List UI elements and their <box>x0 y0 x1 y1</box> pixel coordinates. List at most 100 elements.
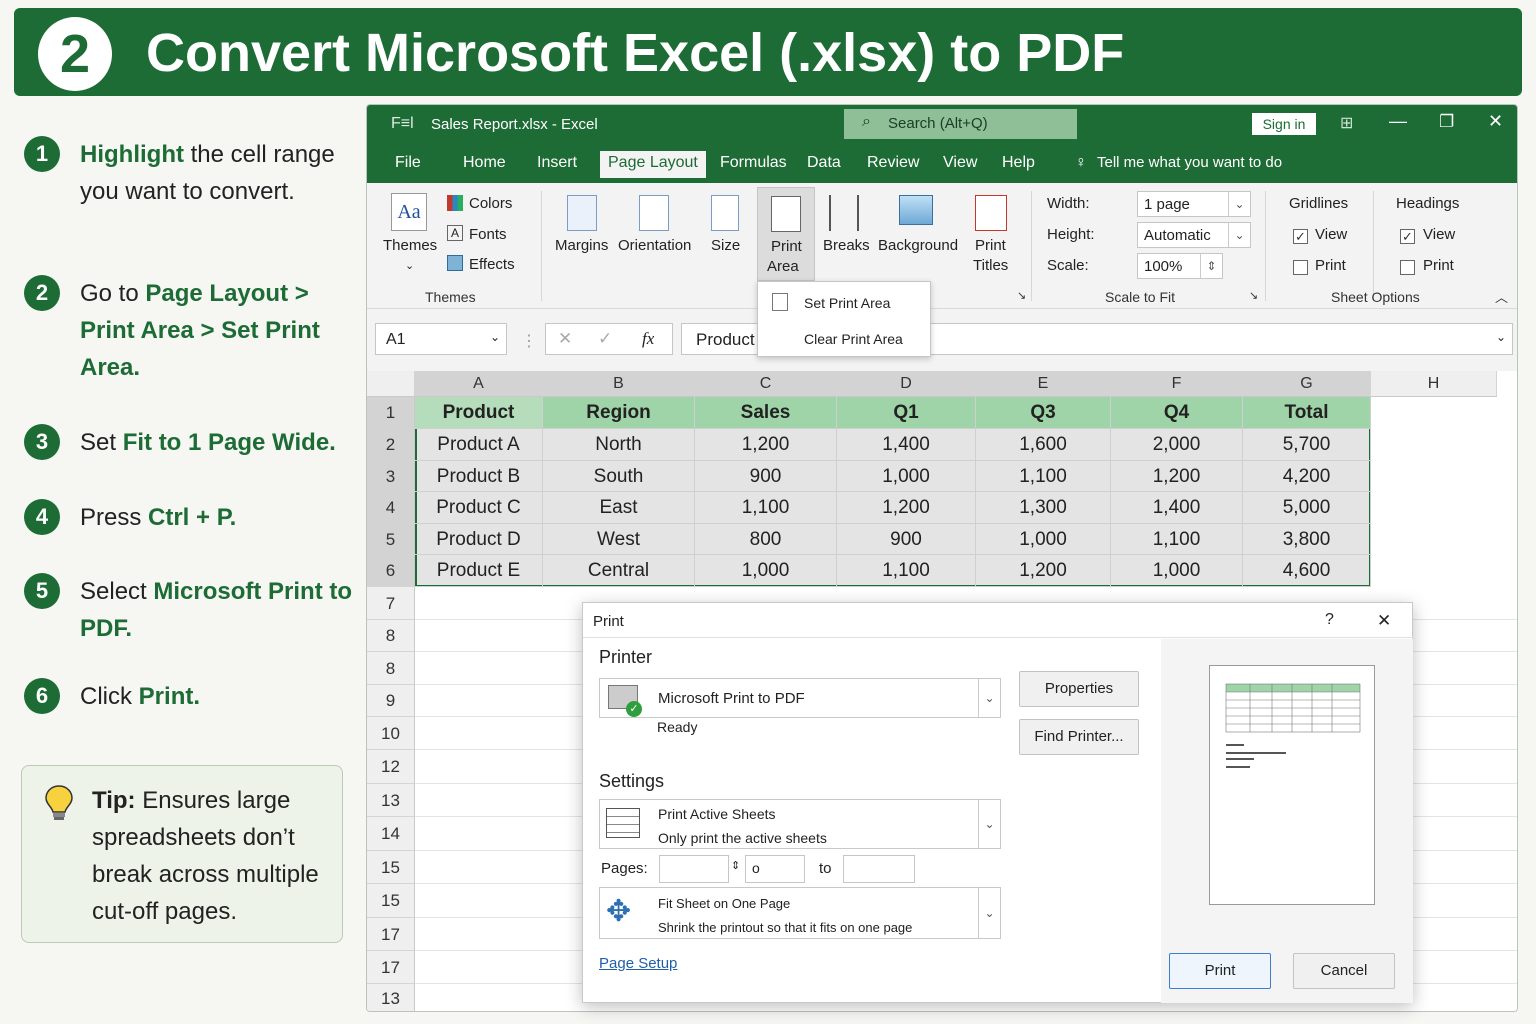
table-cell[interactable]: 900 <box>837 524 976 555</box>
tab-formulas[interactable]: Formulas <box>720 154 787 172</box>
row-header[interactable]: 3 <box>367 461 415 492</box>
table-cell[interactable]: 1,000 <box>837 461 976 492</box>
scale-stepper[interactable]: 100% ⇕ <box>1137 253 1223 279</box>
header-cell[interactable]: Product <box>415 397 543 429</box>
restore-icon[interactable]: ❐ <box>1439 112 1454 132</box>
row-header[interactable]: 1 <box>367 397 415 429</box>
column-header-d[interactable]: D <box>837 371 976 397</box>
table-cell[interactable]: 1,400 <box>837 429 976 461</box>
table-cell[interactable]: West <box>543 524 695 555</box>
table-cell[interactable]: Product A <box>415 429 543 461</box>
table-cell[interactable]: 1,200 <box>1111 461 1243 492</box>
column-header-f[interactable]: F <box>1111 371 1243 397</box>
row-header[interactable]: 2 <box>367 429 415 461</box>
table-cell[interactable]: 4,200 <box>1243 461 1371 492</box>
row-header[interactable]: 4 <box>367 492 415 524</box>
table-cell[interactable]: 800 <box>695 524 837 555</box>
cancel-button[interactable]: Cancel <box>1293 953 1395 989</box>
orientation-button[interactable]: Orientation <box>618 237 691 254</box>
clear-print-area-item[interactable]: Clear Print Area <box>758 322 930 356</box>
close-icon[interactable]: ✕ <box>1377 611 1391 631</box>
minimize-icon[interactable]: — <box>1389 111 1407 132</box>
table-cell[interactable]: 1,000 <box>1111 555 1243 587</box>
row-header[interactable]: 5 <box>367 524 415 555</box>
header-cell[interactable]: Q1 <box>837 397 976 429</box>
pages-to-input[interactable] <box>843 855 915 883</box>
table-cell[interactable]: 3,800 <box>1243 524 1371 555</box>
row-header[interactable]: 15 <box>367 851 415 884</box>
table-cell[interactable]: Product B <box>415 461 543 492</box>
row-header[interactable]: 15 <box>367 884 415 918</box>
properties-button[interactable]: Properties <box>1019 671 1139 707</box>
ribbon-display-icon[interactable]: ⊞ <box>1340 113 1353 133</box>
row-header[interactable]: 13 <box>367 984 415 1011</box>
print-what-select[interactable]: Print Active Sheets Only print the activ… <box>599 799 1001 849</box>
tab-file[interactable]: File <box>395 154 421 172</box>
pages-from-input[interactable] <box>659 855 729 883</box>
set-print-area-item[interactable]: Set Print Area <box>758 286 930 320</box>
stepper-icon[interactable]: ⇕ <box>731 859 740 872</box>
header-cell[interactable]: Region <box>543 397 695 429</box>
table-cell[interactable]: South <box>543 461 695 492</box>
table-cell[interactable]: 1,000 <box>976 524 1111 555</box>
dialog-launcher-icon[interactable]: ↘ <box>1017 289 1026 302</box>
colors-button[interactable]: Colors <box>469 195 512 212</box>
themes-button[interactable]: Themes <box>383 237 437 254</box>
gridlines-view-checkbox[interactable]: ✓ <box>1293 229 1308 244</box>
headings-print-checkbox[interactable] <box>1400 260 1415 275</box>
breaks-button[interactable]: Breaks <box>823 237 870 254</box>
row-header[interactable]: 17 <box>367 918 415 951</box>
tab-page-layout[interactable]: Page Layout <box>600 151 706 180</box>
tab-review[interactable]: Review <box>867 154 919 172</box>
row-header[interactable]: 13 <box>367 784 415 817</box>
column-header-c[interactable]: C <box>695 371 837 397</box>
gridlines-print-checkbox[interactable] <box>1293 260 1308 275</box>
close-icon[interactable]: ✕ <box>1488 111 1503 132</box>
height-select[interactable]: Automatic ⌄ <box>1137 222 1251 248</box>
dialog-launcher-icon[interactable]: ↘ <box>1249 289 1258 302</box>
print-area-button[interactable]: Print Area <box>757 187 815 281</box>
expand-formula-icon[interactable]: ⌄ <box>1496 330 1506 344</box>
header-cell[interactable]: Sales <box>695 397 837 429</box>
table-cell[interactable]: 4,600 <box>1243 555 1371 587</box>
table-cell[interactable]: 5,700 <box>1243 429 1371 461</box>
column-header-a[interactable]: A <box>415 371 543 397</box>
row-header[interactable]: 6 <box>367 555 415 587</box>
headings-view-checkbox[interactable]: ✓ <box>1400 229 1415 244</box>
table-cell[interactable]: Product E <box>415 555 543 587</box>
table-cell[interactable]: 1,400 <box>1111 492 1243 524</box>
pages-from-value[interactable]: o <box>745 855 805 883</box>
collapse-ribbon-icon[interactable]: ︿ <box>1495 287 1508 306</box>
table-cell[interactable]: 900 <box>695 461 837 492</box>
table-cell[interactable]: 1,200 <box>837 492 976 524</box>
margins-button[interactable]: Margins <box>555 237 608 254</box>
tab-help[interactable]: Help <box>1002 154 1035 172</box>
tab-view[interactable]: View <box>943 154 977 172</box>
row-header[interactable]: 9 <box>367 685 415 717</box>
print-button[interactable]: Print <box>1169 953 1271 989</box>
row-header[interactable]: 8 <box>367 652 415 685</box>
search-box[interactable]: ⌕ Search (Alt+Q) <box>844 109 1077 139</box>
row-header[interactable]: 8 <box>367 620 415 652</box>
column-header-b[interactable]: B <box>543 371 695 397</box>
table-cell[interactable]: 1,100 <box>837 555 976 587</box>
table-cell[interactable]: Central <box>543 555 695 587</box>
page-setup-link[interactable]: Page Setup <box>599 955 677 972</box>
table-cell[interactable]: 2,000 <box>1111 429 1243 461</box>
table-cell[interactable]: 1,000 <box>695 555 837 587</box>
fonts-button[interactable]: Fonts <box>469 226 507 243</box>
tab-insert[interactable]: Insert <box>537 154 577 172</box>
select-all-corner[interactable] <box>367 371 415 397</box>
cancel-entry-icon[interactable]: ✕ <box>558 329 572 349</box>
column-header-h[interactable]: H <box>1371 371 1497 397</box>
table-cell[interactable]: 1,200 <box>695 429 837 461</box>
table-cell[interactable]: 1,100 <box>1111 524 1243 555</box>
table-cell[interactable]: East <box>543 492 695 524</box>
table-cell[interactable]: 1,100 <box>976 461 1111 492</box>
row-header[interactable]: 14 <box>367 817 415 851</box>
table-cell[interactable]: 1,200 <box>976 555 1111 587</box>
insert-function-icon[interactable]: fx <box>642 329 654 349</box>
row-header[interactable]: 17 <box>367 951 415 984</box>
table-cell[interactable]: 5,000 <box>1243 492 1371 524</box>
table-cell[interactable]: 1,600 <box>976 429 1111 461</box>
